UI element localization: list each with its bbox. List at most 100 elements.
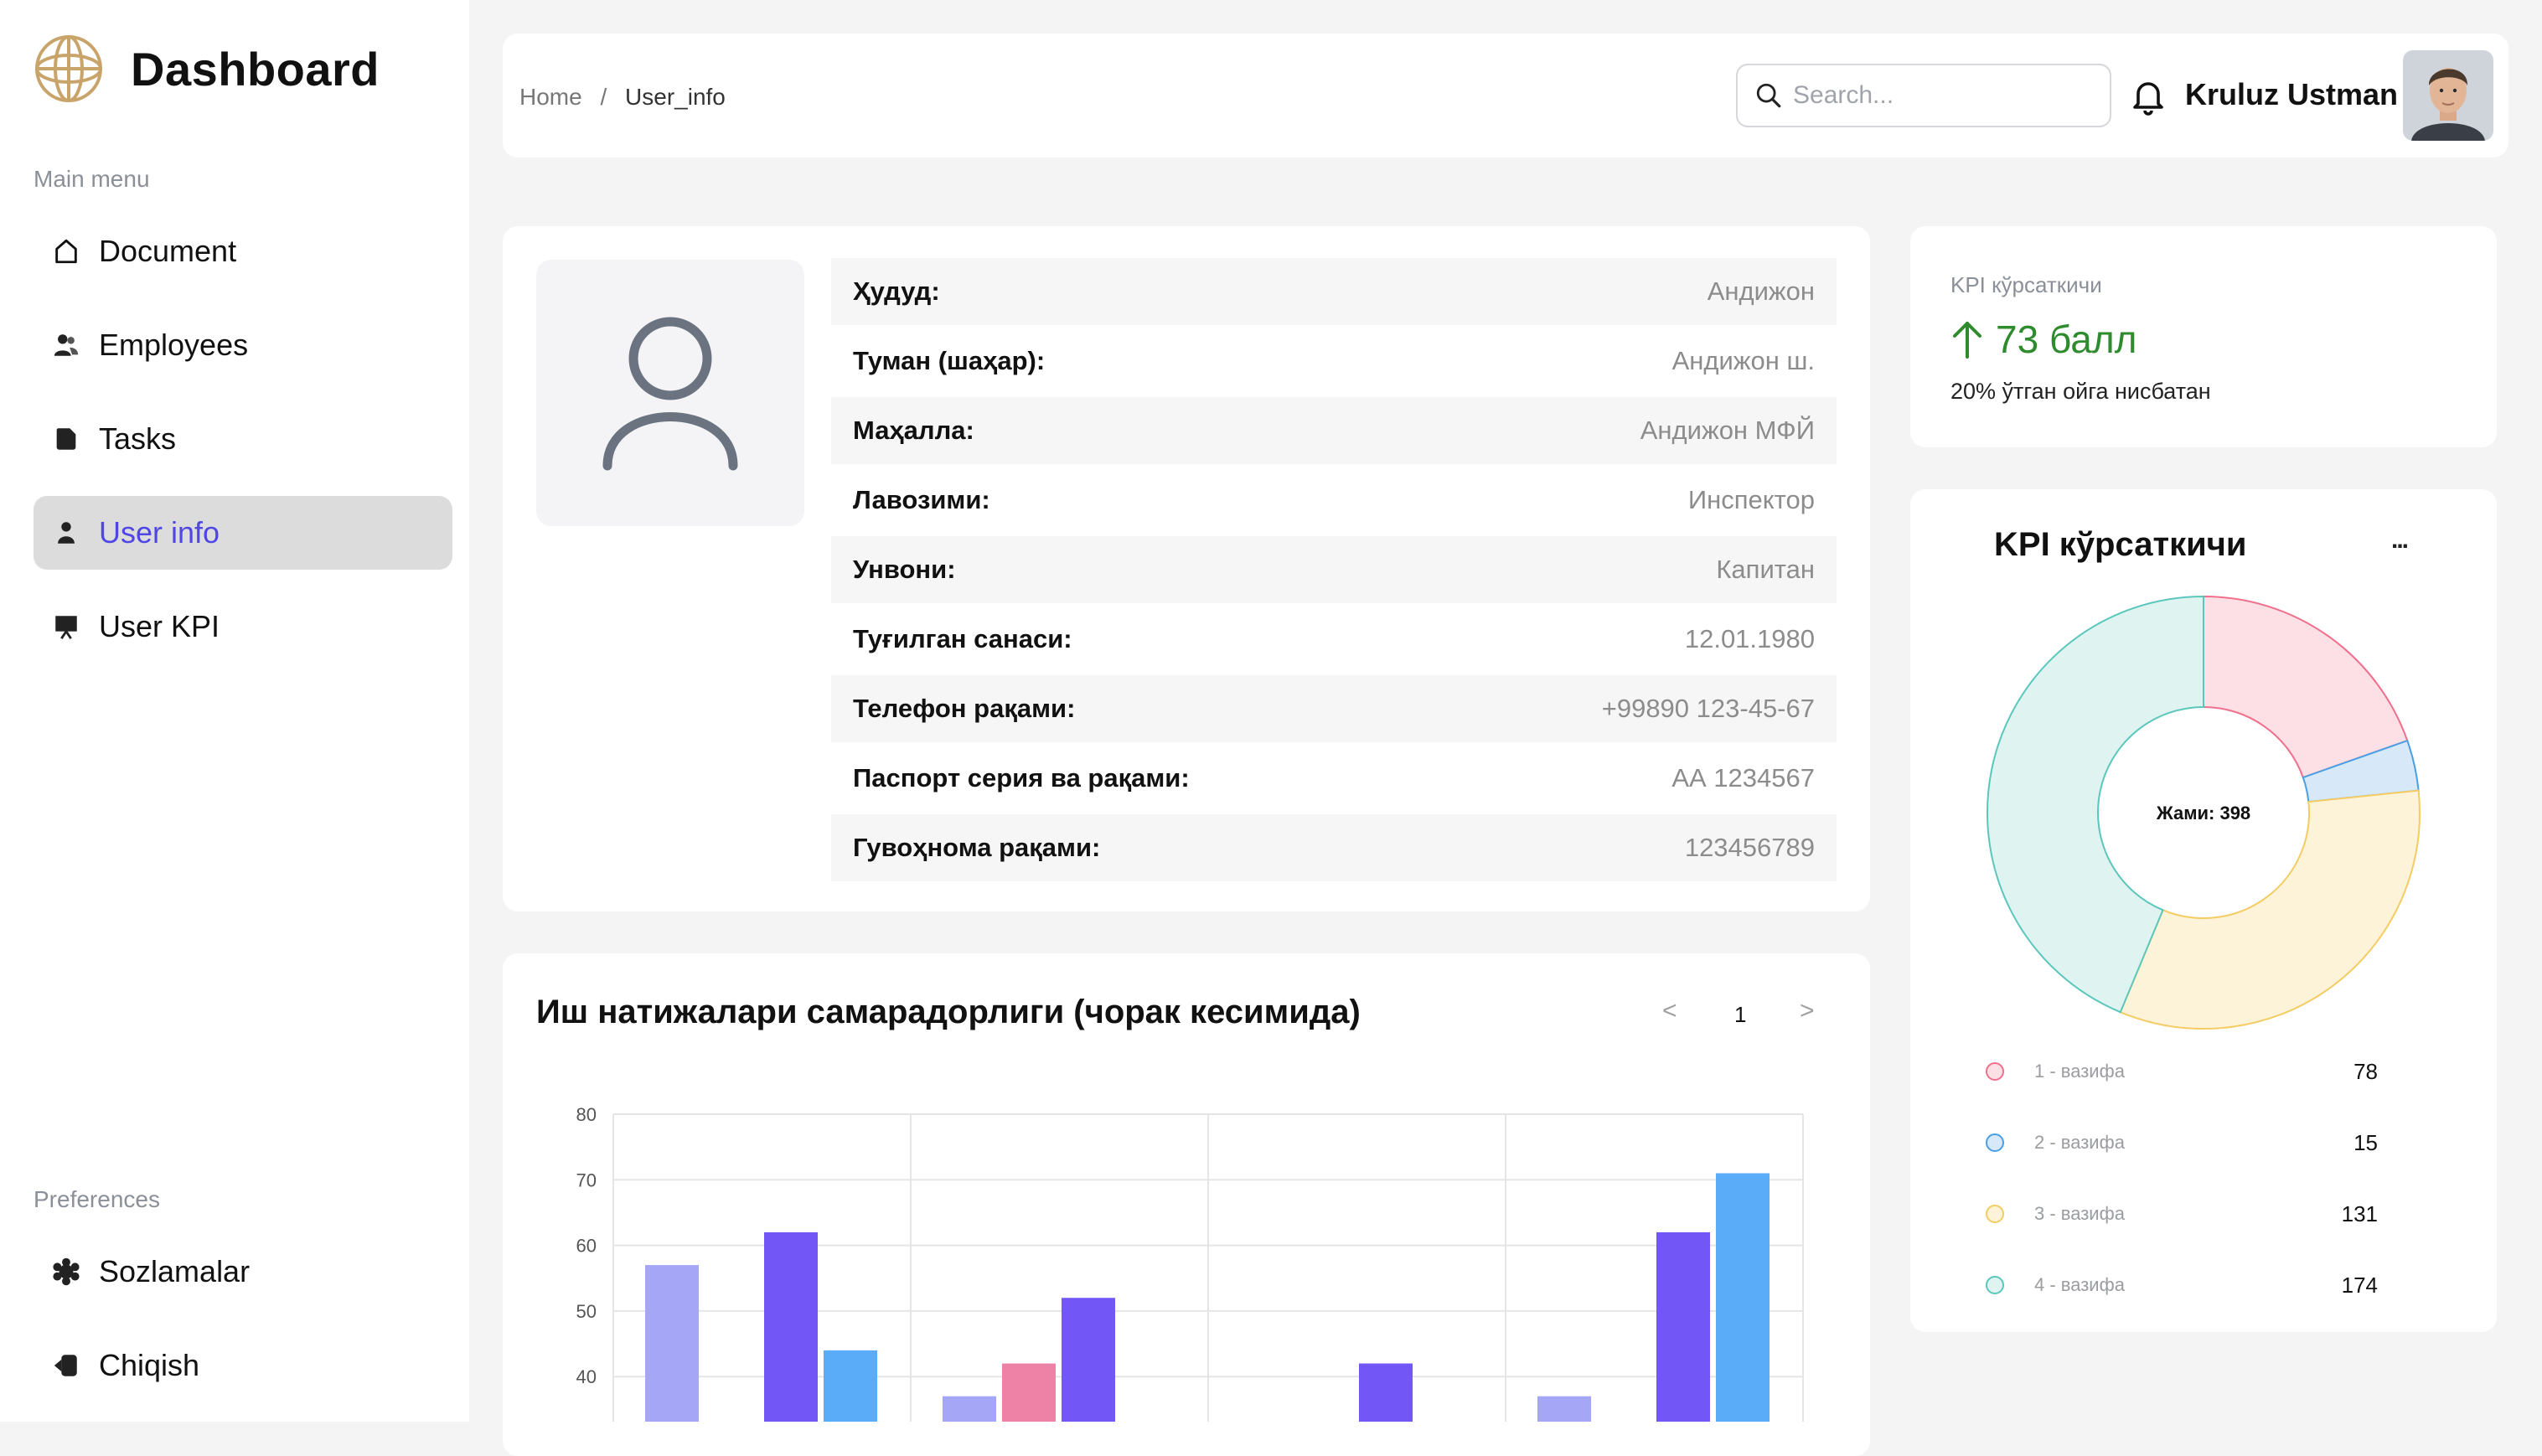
presentation-icon (52, 612, 80, 641)
legend-item[interactable]: 4 - вазифа 174 (1986, 1264, 2388, 1306)
sidebar-item-user-kpi[interactable]: User KPI (34, 590, 452, 663)
legend-item[interactable]: 1 - вазифа 78 (1986, 1051, 2388, 1092)
donut-slice (2119, 789, 2421, 1030)
more-options-icon[interactable]: ... (2391, 526, 2409, 555)
tasks-icon (52, 425, 80, 453)
legend-dot (1986, 1133, 2004, 1152)
breadcrumb-home[interactable]: Home (519, 84, 582, 110)
info-row: Паспорт серия ва рақами: АА 1234567 (831, 745, 1837, 812)
legend-dot (1986, 1276, 2004, 1294)
user-icon (602, 317, 738, 471)
kpi-score: 73 балл (1996, 318, 2137, 361)
sidebar-item-logout[interactable]: Chiqish (34, 1329, 452, 1402)
info-label: Туман (шаҳар): (853, 346, 1046, 375)
pager-page-number[interactable]: 1 (1734, 1002, 1746, 1028)
y-tick-label: 40 (576, 1366, 597, 1387)
pager-prev-button[interactable]: < (1662, 997, 1677, 1025)
bar (645, 1265, 699, 1422)
info-label: Туғилган санаси: (853, 624, 1072, 653)
sidebar-item-label: Sozlamalar (99, 1254, 251, 1288)
profile-photo-placeholder (536, 260, 804, 526)
y-tick-label: 50 (576, 1301, 597, 1322)
breadcrumb-separator: / (600, 84, 607, 110)
sidebar-item-employees[interactable]: Employees (34, 308, 452, 382)
legend-value: 174 (2341, 1272, 2378, 1298)
info-value: 12.01.1980 (1684, 624, 1815, 653)
y-tick-label: 70 (576, 1169, 597, 1190)
breadcrumb-current: User_info (625, 84, 726, 110)
sidebar-item-user-info[interactable]: User info (34, 496, 452, 570)
sidebar-item-settings[interactable]: Sozlamalar (34, 1235, 452, 1309)
logout-icon (52, 1351, 80, 1380)
sidebar-item-label: Tasks (99, 421, 177, 456)
donut-title: KPI кўрсаткичи (1994, 526, 2247, 563)
legend-label: 2 - вазифа (2034, 1132, 2125, 1153)
info-value: +99890 123-45-67 (1601, 694, 1815, 723)
bar (1002, 1363, 1056, 1422)
info-row: Гувоҳнома рақами: 123456789 (831, 814, 1837, 881)
sidebar-item-label: Document (99, 234, 237, 268)
search-icon (1754, 81, 1783, 110)
bar (764, 1231, 818, 1422)
info-value: Капитан (1716, 555, 1815, 584)
app-title: Dashboard (131, 43, 380, 96)
user-name[interactable]: Kruluz Ustman (2185, 77, 2398, 112)
bar-chart: 40 50 60 70 80 (576, 1104, 1804, 1422)
info-row: Телефон рақами: +99890 123-45-67 (831, 675, 1837, 742)
bar (943, 1396, 996, 1422)
search-input[interactable] (1791, 80, 2096, 111)
info-row: Лавозими: Инспектор (831, 467, 1837, 534)
bar (1537, 1396, 1591, 1422)
legend-item[interactable]: 3 - вазифа 131 (1986, 1193, 2388, 1235)
legend-label: 4 - вазифа (2034, 1274, 2125, 1295)
legend-label: 3 - вазифа (2034, 1203, 2125, 1224)
legend-item[interactable]: 2 - вазифа 15 (1986, 1122, 2388, 1164)
preferences-label: Preferences (34, 1186, 160, 1212)
info-label: Ҳудуд: (853, 276, 940, 306)
donut-slice (2203, 595, 2409, 779)
info-value: Андижон (1707, 276, 1815, 306)
legend-value: 131 (2341, 1200, 2378, 1226)
user-icon (52, 519, 80, 547)
kpi-summary-title: KPI кўрсаткичи (1950, 272, 2102, 297)
search-box (1736, 64, 2111, 127)
info-label: Паспорт серия ва рақами: (853, 763, 1190, 793)
avatar[interactable] (2403, 50, 2493, 141)
pager-next-button[interactable]: > (1800, 997, 1815, 1025)
legend-dot (1986, 1205, 2004, 1223)
bar (1716, 1173, 1770, 1422)
settings-icon (52, 1257, 80, 1286)
bar (824, 1350, 877, 1422)
y-tick-label: 80 (576, 1104, 597, 1125)
breadcrumb: Home / User_info (519, 84, 726, 111)
info-value: 123456789 (1684, 833, 1815, 862)
info-row: Туман (шаҳар): Андижон ш. (831, 328, 1837, 395)
sidebar-item-tasks[interactable]: Tasks (34, 402, 452, 476)
info-row: Унвони: Капитан (831, 536, 1837, 603)
info-value: Андижон ш. (1671, 346, 1815, 375)
bar (1656, 1231, 1710, 1422)
donut-chart: Жами: 398 (1987, 595, 2421, 1030)
users-icon (52, 331, 80, 359)
info-label: Лавозими: (853, 485, 990, 514)
y-tick-label: 60 (576, 1236, 597, 1257)
info-row: Маҳалла: Андижон МФЙ (831, 397, 1837, 464)
info-label: Маҳалла: (853, 416, 974, 445)
info-value: АА 1234567 (1671, 763, 1815, 793)
bar (1062, 1298, 1115, 1422)
bell-icon[interactable] (2128, 75, 2168, 116)
info-label: Гувоҳнома рақами: (853, 833, 1101, 862)
sidebar-item-label: User info (99, 515, 220, 550)
info-label: Телефон рақами: (853, 694, 1076, 723)
sidebar-item-document[interactable]: Document (34, 214, 452, 288)
legend-value: 15 (2353, 1129, 2378, 1155)
info-value: Андижон МФЙ (1640, 416, 1815, 445)
arrow-up-icon (1950, 318, 1984, 360)
home-icon (52, 237, 80, 266)
info-label: Унвони: (853, 555, 956, 584)
bar-chart-title: Иш натижалари самарадорлиги (чорак кесим… (536, 994, 1361, 1030)
donut-center-label: Жами: 398 (2156, 803, 2250, 824)
legend-dot (1986, 1062, 2004, 1081)
info-value: Инспектор (1687, 485, 1815, 514)
legend-value: 78 (2353, 1058, 2378, 1084)
